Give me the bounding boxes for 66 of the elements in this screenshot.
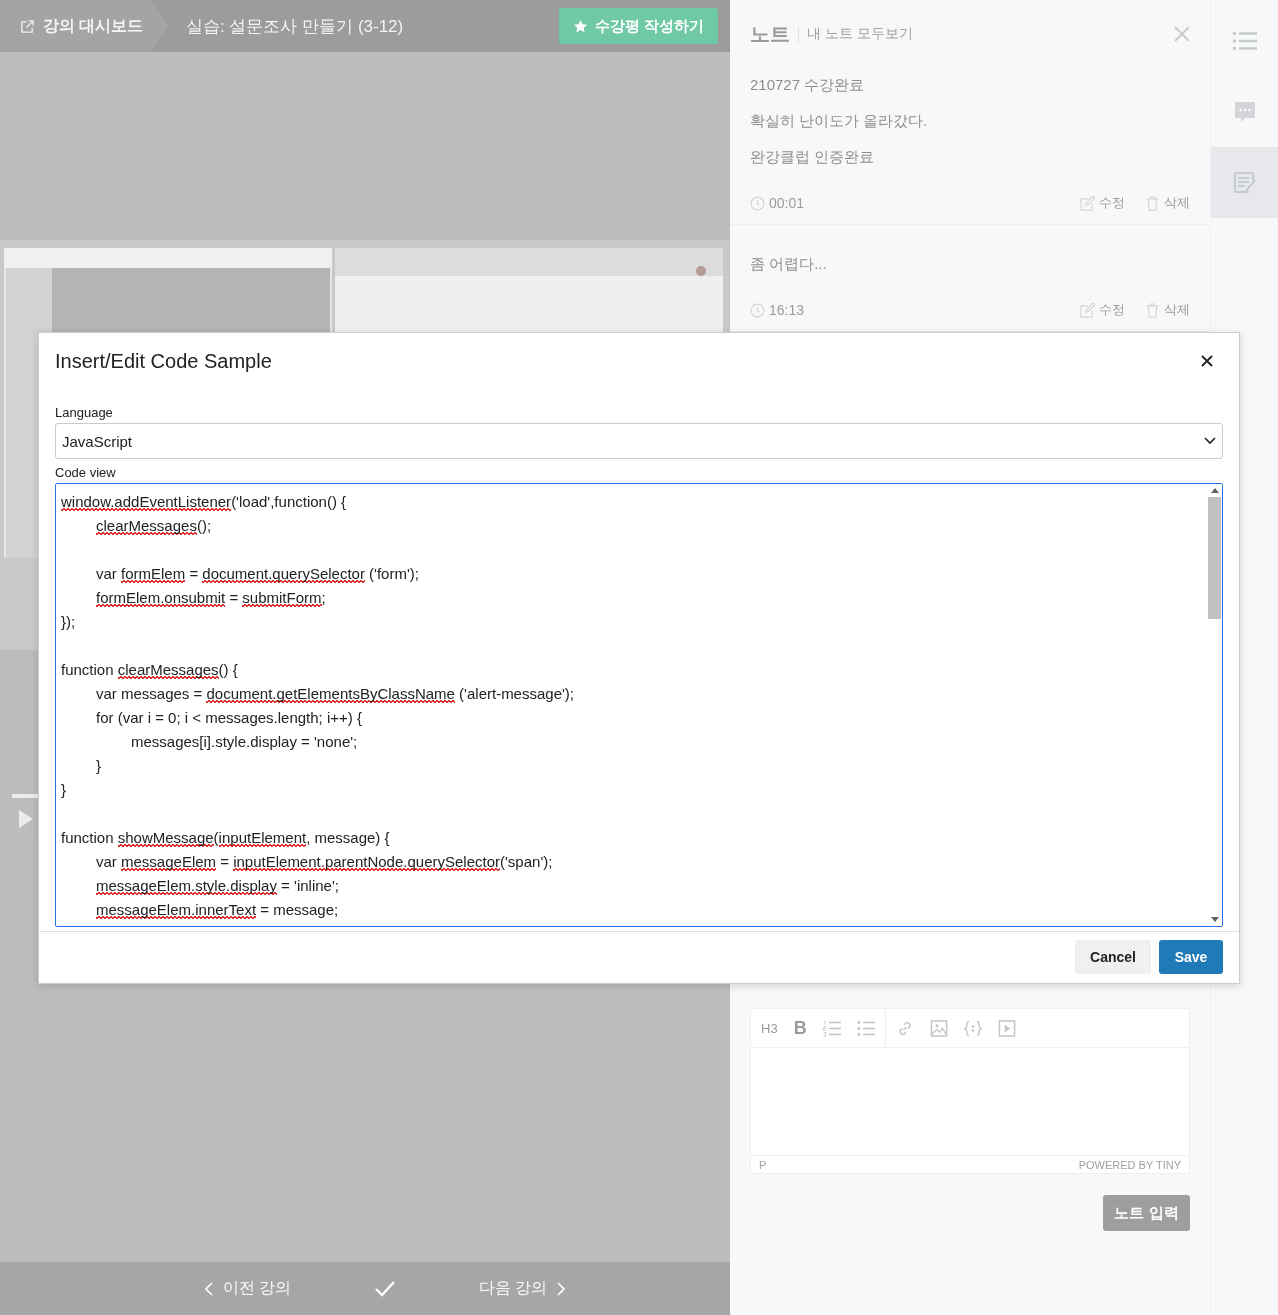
image-icon[interactable] xyxy=(929,1019,948,1037)
edit-icon xyxy=(1080,302,1095,318)
code-line: function showMessage(inputElement, message) { xyxy=(61,828,391,849)
code-braces-icon[interactable] xyxy=(963,1019,982,1037)
dashboard-link[interactable]: 강의 대시보드 xyxy=(20,15,144,37)
cancel-button[interactable]: Cancel xyxy=(1075,939,1151,974)
language-label: Language xyxy=(55,405,114,421)
bold-button[interactable]: B xyxy=(793,1017,807,1039)
delete-note-button[interactable]: 삭제 xyxy=(1145,194,1190,212)
code-line: } xyxy=(95,756,102,776)
caret-icon xyxy=(1204,437,1216,445)
external-link-icon xyxy=(20,18,35,34)
note-text: 좀 어렵다... xyxy=(750,254,828,274)
code-line: for (var i = 0; i < messages.length; i++) { xyxy=(95,708,363,728)
play-icon[interactable] xyxy=(19,810,33,828)
scrollbar-thumb[interactable] xyxy=(1208,497,1221,619)
heading-button[interactable]: H3 xyxy=(761,1020,778,1036)
code-line: }); xyxy=(61,612,77,632)
code-line: var messages = document.getElementsByClassName ('alert-message'); xyxy=(95,684,576,705)
scroll-down-arrow-icon[interactable] xyxy=(1210,917,1219,922)
clock-icon xyxy=(750,195,765,211)
trash-icon xyxy=(1145,195,1160,211)
code-line: var messageElem = inputElement.parentNode.querySelector('span'); xyxy=(95,852,554,873)
bullet-list-icon[interactable] xyxy=(856,1019,875,1037)
dialog-title: Insert/Edit Code Sample xyxy=(55,349,272,373)
video-play-icon[interactable] xyxy=(997,1019,1016,1037)
edit-icon xyxy=(1080,195,1095,211)
note-timestamp[interactable]: 16:13 xyxy=(769,302,805,318)
delete-note-button[interactable]: 삭제 xyxy=(1145,301,1190,319)
scrollbar[interactable] xyxy=(1207,484,1222,926)
chevron-left-icon xyxy=(204,1281,213,1296)
close-icon[interactable] xyxy=(1201,355,1213,367)
clock-icon xyxy=(750,302,765,318)
note-edit-icon xyxy=(1232,170,1257,195)
numbered-list-icon[interactable] xyxy=(822,1019,841,1037)
code-line: formElem.onsubmit = submitForm; xyxy=(95,588,327,609)
star-icon xyxy=(572,18,588,34)
note-text: 210727 수강완료 xyxy=(750,75,866,95)
edit-note-button[interactable]: 수정 xyxy=(1080,301,1125,319)
previous-lesson-button[interactable]: 이전 강의 xyxy=(204,1278,291,1299)
note-text: 확실히 난이도가 올라갔다. xyxy=(750,111,929,131)
code-line: function clearMessages() { xyxy=(61,660,239,681)
note-text: 완강클럽 인증완료 xyxy=(750,147,876,167)
scroll-up-arrow-icon[interactable] xyxy=(1210,488,1219,493)
save-button[interactable]: Save xyxy=(1159,939,1223,974)
chevron-right-icon xyxy=(557,1281,566,1296)
code-line: var formElem = document.querySelector ('form'); xyxy=(95,564,420,585)
check-icon[interactable] xyxy=(375,1280,395,1297)
code-line: messages[i].style.display = 'none'; xyxy=(130,732,359,752)
chat-icon xyxy=(1232,99,1257,124)
note-timestamp[interactable]: 00:01 xyxy=(769,195,805,211)
trash-icon xyxy=(1145,302,1160,318)
code-view-label: Code view xyxy=(55,465,117,481)
code-line: } xyxy=(61,780,67,800)
review-button[interactable]: 수강평 작성하기 xyxy=(558,8,718,44)
element-path: P xyxy=(759,1158,767,1171)
submit-note-button[interactable]: 노트 입력 xyxy=(1103,1195,1190,1231)
notes-title: 노트 xyxy=(750,21,790,47)
language-select[interactable]: JavaScript xyxy=(55,423,1223,459)
next-lesson-button[interactable]: 다음 강의 xyxy=(479,1278,566,1299)
side-tab[interactable] xyxy=(1211,147,1278,218)
lesson-title: 실습: 설문조사 만들기 (3-12) xyxy=(186,15,404,38)
editor-branding: POWERED BY TINY xyxy=(1078,1158,1181,1171)
view-all-notes-link[interactable]: 내 노트 모두보기 xyxy=(807,25,913,43)
code-editor-field[interactable] xyxy=(55,483,1223,927)
edit-note-button[interactable]: 수정 xyxy=(1080,194,1125,212)
